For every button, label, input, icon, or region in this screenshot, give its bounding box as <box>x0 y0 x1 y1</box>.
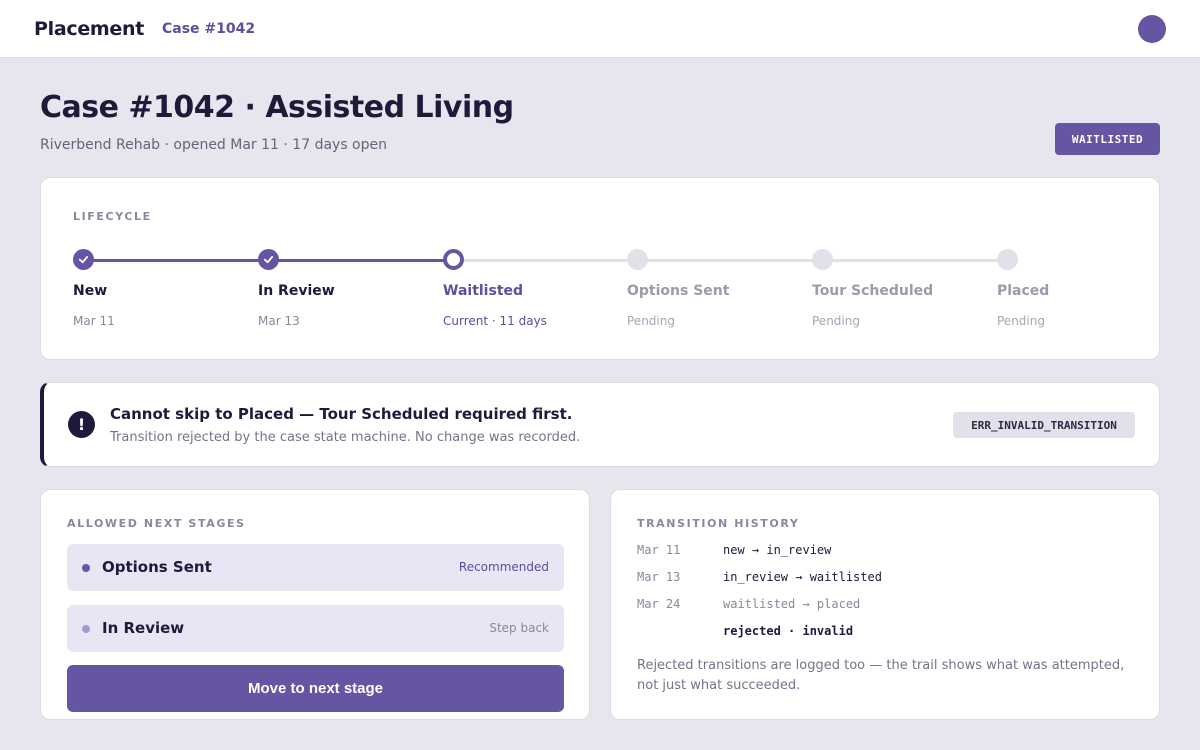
lifecycle-label: LIFECYCLE <box>73 210 152 223</box>
check-icon <box>263 256 274 264</box>
option-hint: Step back <box>489 621 549 635</box>
next-stage-option-options-sent[interactable]: Options Sent Recommended <box>67 544 564 591</box>
error-code-badge: ERR_INVALID_TRANSITION <box>953 412 1135 438</box>
page-subtitle: Riverbend Rehab · opened Mar 11 · 17 day… <box>40 137 387 153</box>
avatar[interactable] <box>1138 15 1166 43</box>
history-footnote: Rejected transitions are logged too — th… <box>637 658 1125 693</box>
next-stages-card: ALLOWED NEXT STAGES Options Sent Recomme… <box>40 489 590 720</box>
breadcrumb[interactable]: Case #1042 <box>162 21 255 37</box>
alert-body: Transition rejected by the case state ma… <box>110 430 581 445</box>
option-label: Options Sent <box>102 558 212 576</box>
check-icon <box>78 256 89 264</box>
transition-history-card: TRANSITION HISTORY Mar 11 new → in_revie… <box>610 489 1160 720</box>
step-name-in-review: In Review <box>258 283 335 299</box>
history-transition: in_review → waitlisted <box>723 570 882 584</box>
top-bar: Placement Case #1042 <box>0 0 1200 58</box>
step-name-placed: Placed <box>997 283 1050 299</box>
history-rejection-note: rejected · invalid <box>723 624 854 638</box>
app-title[interactable]: Placement <box>34 18 144 40</box>
history-date: Mar 24 <box>637 597 681 611</box>
step-dot-options-sent <box>627 249 648 270</box>
next-stage-option-in-review[interactable]: In Review Step back <box>67 605 564 652</box>
option-hint: Recommended <box>458 560 549 574</box>
history-transition: new → in_review <box>723 543 832 557</box>
lifecycle-card: LIFECYCLE New Mar 11 In Review Mar 13 Wa… <box>40 177 1160 360</box>
history-date: Mar 11 <box>637 543 681 557</box>
step-dot-tour-scheduled <box>812 249 833 270</box>
progress-track-pending <box>453 259 1008 262</box>
move-to-next-stage-button[interactable]: Move to next stage <box>67 665 564 712</box>
alert-title: Cannot skip to Placed — Tour Scheduled r… <box>110 405 573 423</box>
step-meta-waitlisted: Current · 11 days <box>443 314 547 328</box>
history-transition: waitlisted → placed <box>723 597 861 611</box>
step-meta-options-sent: Pending <box>627 314 675 328</box>
page-title: Case #1042 · Assisted Living <box>40 90 514 125</box>
next-stages-label: ALLOWED NEXT STAGES <box>67 517 246 530</box>
alert-icon: ! <box>68 411 95 438</box>
step-meta-new: Mar 11 <box>73 314 115 328</box>
step-name-waitlisted: Waitlisted <box>443 283 524 299</box>
step-name-new: New <box>73 283 108 299</box>
bullet-icon <box>82 564 90 572</box>
step-name-options-sent: Options Sent <box>627 283 730 299</box>
step-meta-in-review: Mar 13 <box>258 314 300 328</box>
step-meta-tour-scheduled: Pending <box>812 314 860 328</box>
option-label: In Review <box>102 619 185 637</box>
history-date: Mar 13 <box>637 570 681 584</box>
status-badge: WAITLISTED <box>1055 123 1160 155</box>
step-meta-placed: Pending <box>997 314 1045 328</box>
step-dot-placed <box>997 249 1018 270</box>
bullet-icon <box>82 625 90 633</box>
step-dot-new <box>73 249 94 270</box>
step-name-tour-scheduled: Tour Scheduled <box>812 283 934 299</box>
history-label: TRANSITION HISTORY <box>637 517 800 530</box>
error-alert: ! Cannot skip to Placed — Tour Scheduled… <box>40 382 1160 467</box>
step-dot-in-review <box>258 249 279 270</box>
step-dot-waitlisted <box>443 249 464 270</box>
